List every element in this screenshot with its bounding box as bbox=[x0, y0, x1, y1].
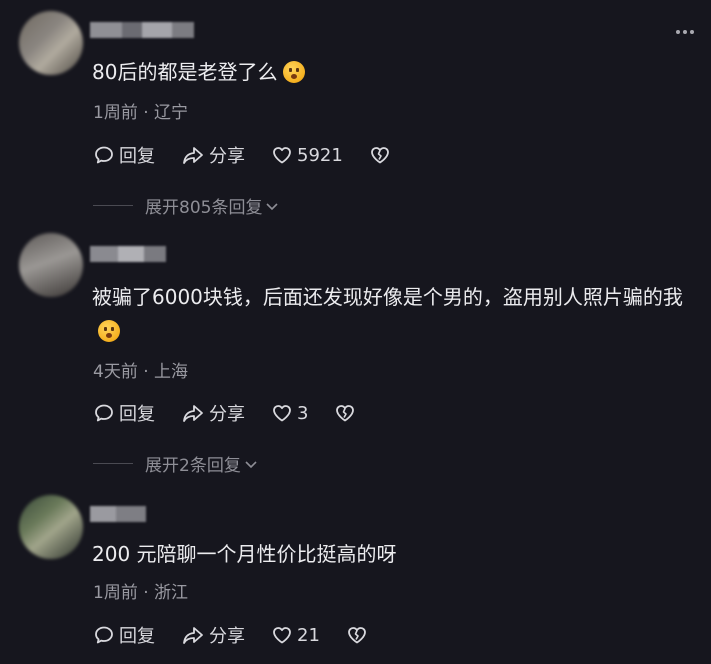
share-icon bbox=[183, 147, 203, 164]
dislike-button[interactable] bbox=[369, 144, 391, 166]
like-count: 3 bbox=[297, 402, 309, 424]
dislike-button[interactable] bbox=[346, 624, 368, 646]
share-icon bbox=[183, 405, 203, 422]
share-button[interactable]: 分享 bbox=[181, 400, 245, 426]
comment-actions: 回复 分享 5921 bbox=[93, 142, 391, 168]
reply-button[interactable]: 回复 bbox=[93, 400, 155, 426]
username-blurred[interactable] bbox=[90, 506, 146, 522]
share-button[interactable]: 分享 bbox=[181, 622, 245, 648]
divider-line bbox=[93, 463, 133, 464]
comment-meta: 1周前 · 辽宁 bbox=[93, 103, 189, 123]
broken-heart-icon bbox=[336, 405, 355, 422]
chevron-down-icon bbox=[245, 460, 257, 468]
share-button[interactable]: 分享 bbox=[181, 142, 245, 168]
username-blurred[interactable] bbox=[90, 246, 166, 262]
comment-meta: 1周前 · 浙江 bbox=[93, 583, 189, 603]
share-label: 分享 bbox=[209, 626, 245, 647]
username-blurred[interactable] bbox=[90, 22, 194, 38]
share-icon bbox=[183, 627, 203, 644]
like-button[interactable]: 21 bbox=[271, 624, 320, 646]
avatar[interactable] bbox=[19, 495, 83, 559]
expand-replies-label: 展开2条回复 bbox=[145, 456, 241, 476]
comment-meta: 4天前 · 上海 bbox=[93, 362, 189, 382]
dislike-button[interactable] bbox=[334, 402, 356, 424]
reply-button[interactable]: 回复 bbox=[93, 142, 155, 168]
reply-label: 回复 bbox=[119, 404, 155, 425]
divider-line bbox=[93, 205, 133, 206]
comment-text: 80后的都是老登了么 bbox=[92, 55, 689, 89]
more-options-icon[interactable] bbox=[673, 22, 697, 42]
share-label: 分享 bbox=[209, 146, 245, 167]
like-button[interactable]: 5921 bbox=[271, 144, 343, 166]
like-count: 5921 bbox=[297, 144, 343, 166]
heart-icon bbox=[273, 147, 291, 164]
like-count: 21 bbox=[297, 624, 320, 646]
expand-replies-button[interactable]: 展开2条回复 bbox=[93, 451, 258, 476]
reply-icon bbox=[95, 146, 113, 164]
reply-icon bbox=[95, 626, 113, 644]
comment-actions: 回复 分享 21 bbox=[93, 622, 368, 648]
share-label: 分享 bbox=[209, 404, 245, 425]
avatar[interactable] bbox=[19, 11, 83, 75]
heart-icon bbox=[273, 405, 291, 422]
comment-text: 被骗了6000块钱，后面还发现好像是个男的，盗用别人照片骗的我 bbox=[92, 280, 689, 348]
comment-text: 200 元陪聊一个月性价比挺高的呀 bbox=[92, 542, 397, 566]
chevron-down-icon bbox=[266, 202, 279, 210]
surprised-emoji-icon bbox=[283, 61, 306, 83]
reply-label: 回复 bbox=[119, 626, 155, 647]
reply-label: 回复 bbox=[119, 146, 155, 167]
broken-heart-icon bbox=[370, 147, 389, 164]
comment-actions: 回复 分享 3 bbox=[93, 400, 356, 426]
heart-icon bbox=[273, 627, 291, 644]
reply-icon bbox=[95, 404, 113, 422]
broken-heart-icon bbox=[348, 627, 366, 644]
facepalm-emoji-icon bbox=[98, 320, 120, 342]
expand-replies-button[interactable]: 展开805条回复 bbox=[93, 193, 279, 218]
reply-button[interactable]: 回复 bbox=[93, 622, 155, 648]
expand-replies-label: 展开805条回复 bbox=[145, 198, 263, 218]
like-button[interactable]: 3 bbox=[271, 402, 308, 424]
avatar[interactable] bbox=[19, 233, 83, 297]
